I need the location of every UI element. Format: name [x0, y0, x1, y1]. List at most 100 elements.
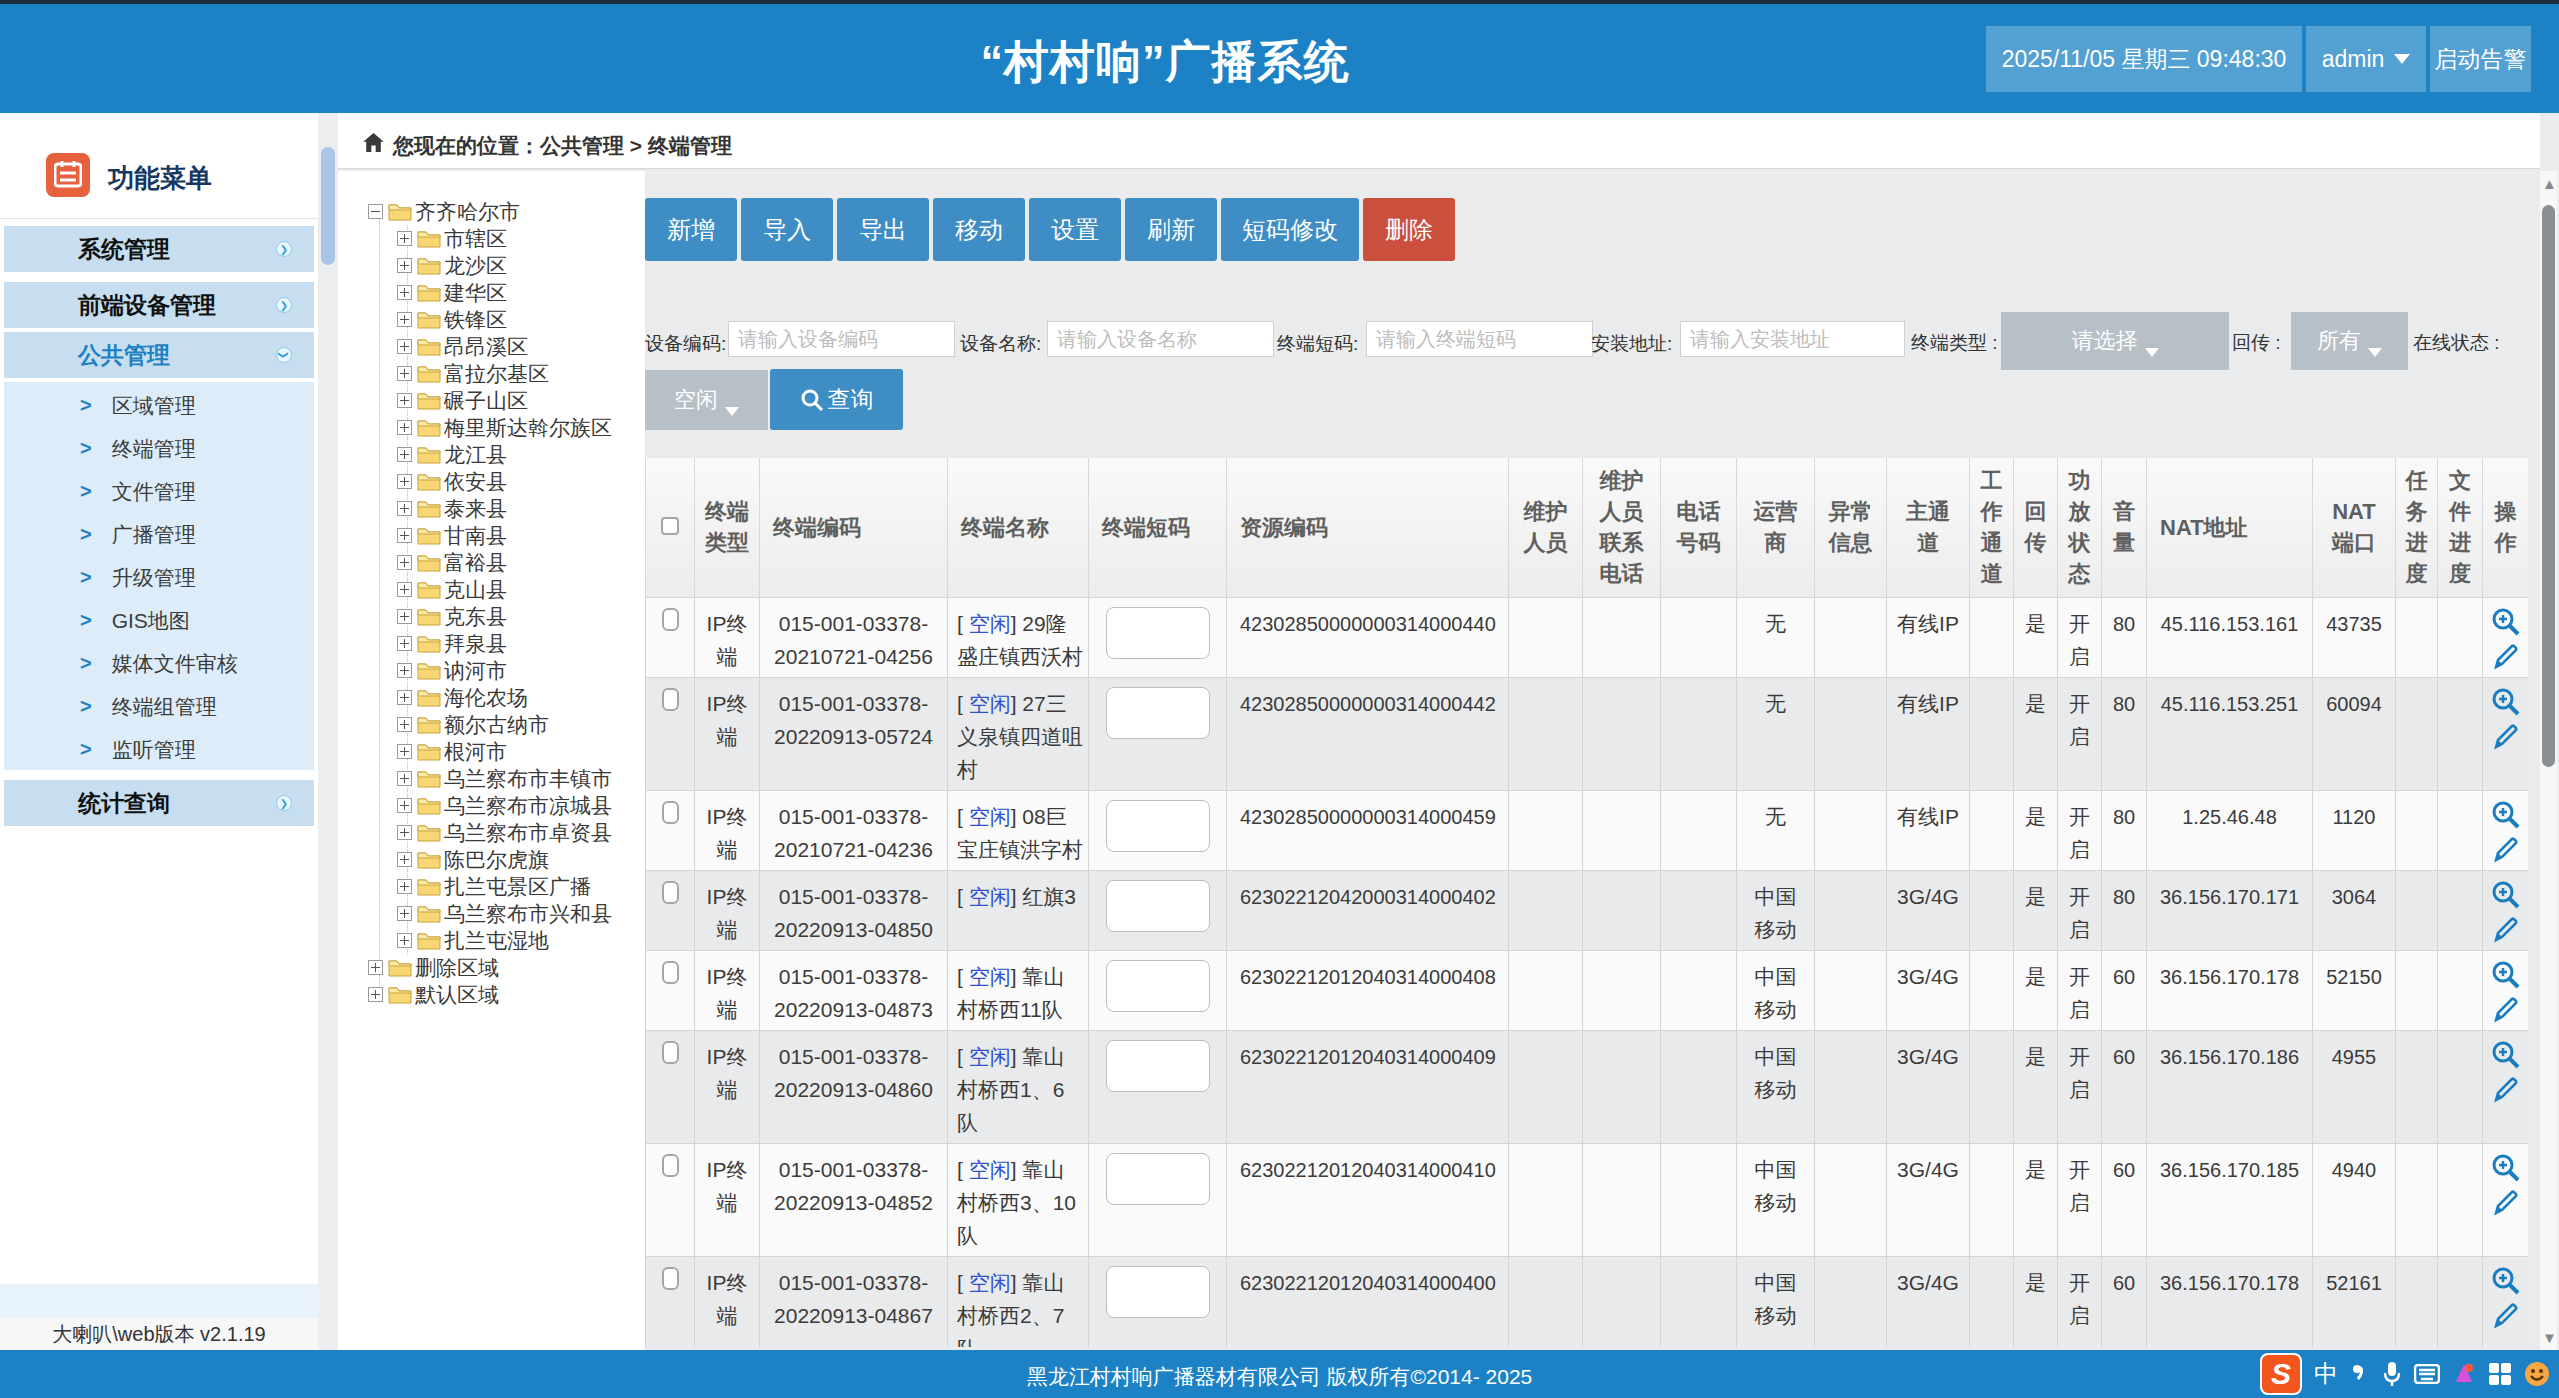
shortcode-input[interactable] [1106, 687, 1210, 739]
expand-icon[interactable] [397, 393, 412, 408]
edit-icon[interactable] [2492, 916, 2520, 944]
expand-icon[interactable] [397, 582, 412, 597]
skin-icon[interactable] [2452, 1362, 2476, 1386]
tree-node-龙沙区[interactable]: 龙沙区 [338, 252, 645, 279]
edit-icon[interactable] [2492, 643, 2520, 671]
splitter-handle[interactable] [321, 147, 335, 265]
tree-node-乌兰察布市卓资县[interactable]: 乌兰察布市卓资县 [338, 819, 645, 846]
menu-group-1[interactable]: 系统管理❯ [4, 226, 314, 272]
terminal-shortcode-input[interactable]: 请输入终端短码 [1366, 321, 1593, 357]
shortcode-input[interactable] [1106, 1040, 1210, 1092]
tree-node-富裕县[interactable]: 富裕县 [338, 549, 645, 576]
tree-node-龙江县[interactable]: 龙江县 [338, 441, 645, 468]
expand-icon[interactable] [397, 339, 412, 354]
expand-icon[interactable] [397, 474, 412, 489]
tree-node-克山县[interactable]: 克山县 [338, 576, 645, 603]
edit-icon[interactable] [2492, 1076, 2520, 1104]
tree-node-额尔古纳市[interactable]: 额尔古纳市 [338, 711, 645, 738]
tree-node-乌兰察布市兴和县[interactable]: 乌兰察布市兴和县 [338, 900, 645, 927]
zoom-in-icon[interactable] [2491, 960, 2521, 990]
menu-group-4[interactable]: 统计查询❯ [4, 780, 314, 826]
zoom-in-icon[interactable] [2491, 800, 2521, 830]
expand-icon[interactable] [397, 798, 412, 813]
row-checkbox[interactable] [662, 608, 679, 631]
scrollbar-up-arrow[interactable]: ▲ [2542, 175, 2557, 192]
row-checkbox[interactable] [662, 688, 679, 711]
expand-icon[interactable] [397, 528, 412, 543]
sidebar-item-终端组管理[interactable]: >终端组管理 [4, 685, 314, 728]
install-address-input[interactable]: 请输入安装地址 [1680, 321, 1905, 357]
tree-node-根河市[interactable]: 根河市 [338, 738, 645, 765]
sidebar-item-升级管理[interactable]: >升级管理 [4, 556, 314, 599]
row-checkbox[interactable] [662, 1267, 679, 1290]
tree-root[interactable]: 齐齐哈尔市 [338, 198, 645, 225]
sidebar-item-区域管理[interactable]: >区域管理 [4, 384, 314, 427]
expand-icon[interactable] [397, 312, 412, 327]
zoom-in-icon[interactable] [2491, 687, 2521, 717]
shortcode-input[interactable] [1106, 1266, 1210, 1318]
expand-icon[interactable] [397, 690, 412, 705]
expand-icon[interactable] [397, 609, 412, 624]
tree-node-删除区域[interactable]: 删除区域 [338, 954, 645, 981]
expand-icon[interactable] [397, 285, 412, 300]
shortcode-input[interactable] [1106, 960, 1210, 1012]
tree-node-克东县[interactable]: 克东县 [338, 603, 645, 630]
expand-icon[interactable] [397, 231, 412, 246]
row-checkbox[interactable] [662, 881, 679, 904]
expand-icon[interactable] [397, 771, 412, 786]
edit-icon[interactable] [2492, 1302, 2520, 1330]
shortcode-input[interactable] [1106, 607, 1210, 659]
tree-node-建华区[interactable]: 建华区 [338, 279, 645, 306]
toolbar-button-导出[interactable]: 导出 [837, 198, 929, 261]
scrollbar-down-arrow[interactable]: ▼ [2542, 1329, 2557, 1346]
toolbar-button-删除[interactable]: 删除 [1363, 198, 1455, 261]
expand-icon[interactable] [397, 258, 412, 273]
menu-group-2[interactable]: 前端设备管理❯ [4, 282, 314, 328]
expand-icon[interactable] [397, 636, 412, 651]
tree-node-甘南县[interactable]: 甘南县 [338, 522, 645, 549]
expand-icon[interactable] [397, 744, 412, 759]
toolbar-button-新增[interactable]: 新增 [645, 198, 737, 261]
tree-node-铁锋区[interactable]: 铁锋区 [338, 306, 645, 333]
edit-icon[interactable] [2492, 996, 2520, 1024]
emoji-icon[interactable] [2524, 1361, 2550, 1387]
toolbar-button-短码修改[interactable]: 短码修改 [1221, 198, 1359, 261]
toolbar-button-导入[interactable]: 导入 [741, 198, 833, 261]
chinese-mode-icon[interactable]: 中 [2314, 1358, 2338, 1390]
sidebar-splitter[interactable] [318, 113, 338, 1350]
row-checkbox[interactable] [662, 801, 679, 824]
sidebar-item-广播管理[interactable]: >广播管理 [4, 513, 314, 556]
toolbar-button-设置[interactable]: 设置 [1029, 198, 1121, 261]
expand-icon[interactable] [397, 852, 412, 867]
sidebar-item-监听管理[interactable]: >监听管理 [4, 728, 314, 771]
expand-icon[interactable] [397, 447, 412, 462]
mic-icon[interactable] [2382, 1361, 2402, 1387]
sidebar-item-终端管理[interactable]: >终端管理 [4, 427, 314, 470]
terminal-type-dropdown[interactable]: 请选择 [2001, 312, 2229, 370]
scrollbar-thumb[interactable] [2542, 205, 2555, 767]
tree-node-讷河市[interactable]: 讷河市 [338, 657, 645, 684]
tree-node-陈巴尔虎旗[interactable]: 陈巴尔虎旗 [338, 846, 645, 873]
zoom-in-icon[interactable] [2491, 880, 2521, 910]
shortcode-input[interactable] [1106, 800, 1210, 852]
tree-node-泰来县[interactable]: 泰来县 [338, 495, 645, 522]
expand-icon[interactable] [368, 960, 383, 975]
zoom-in-icon[interactable] [2491, 1040, 2521, 1070]
tree-node-乌兰察布市凉城县[interactable]: 乌兰察布市凉城县 [338, 792, 645, 819]
tree-node-海伦农场[interactable]: 海伦农场 [338, 684, 645, 711]
expand-icon[interactable] [368, 987, 383, 1002]
expand-icon[interactable] [397, 906, 412, 921]
online-status-dropdown[interactable]: 空闲 [645, 370, 768, 430]
tree-node-富拉尔基区[interactable]: 富拉尔基区 [338, 360, 645, 387]
tree-node-碾子山区[interactable]: 碾子山区 [338, 387, 645, 414]
expand-icon[interactable] [397, 366, 412, 381]
sidebar-item-GIS地图[interactable]: >GIS地图 [4, 599, 314, 642]
tree-node-昂昂溪区[interactable]: 昂昂溪区 [338, 333, 645, 360]
expand-icon[interactable] [397, 717, 412, 732]
sogou-ime-icon[interactable]: S [2260, 1353, 2302, 1395]
page-scrollbar[interactable]: ▲ ▼ [2540, 171, 2557, 1350]
tree-node-默认区域[interactable]: 默认区域 [338, 981, 645, 1008]
device-name-input[interactable]: 请输入设备名称 [1047, 321, 1274, 357]
edit-icon[interactable] [2492, 723, 2520, 751]
row-checkbox[interactable] [662, 1041, 679, 1064]
